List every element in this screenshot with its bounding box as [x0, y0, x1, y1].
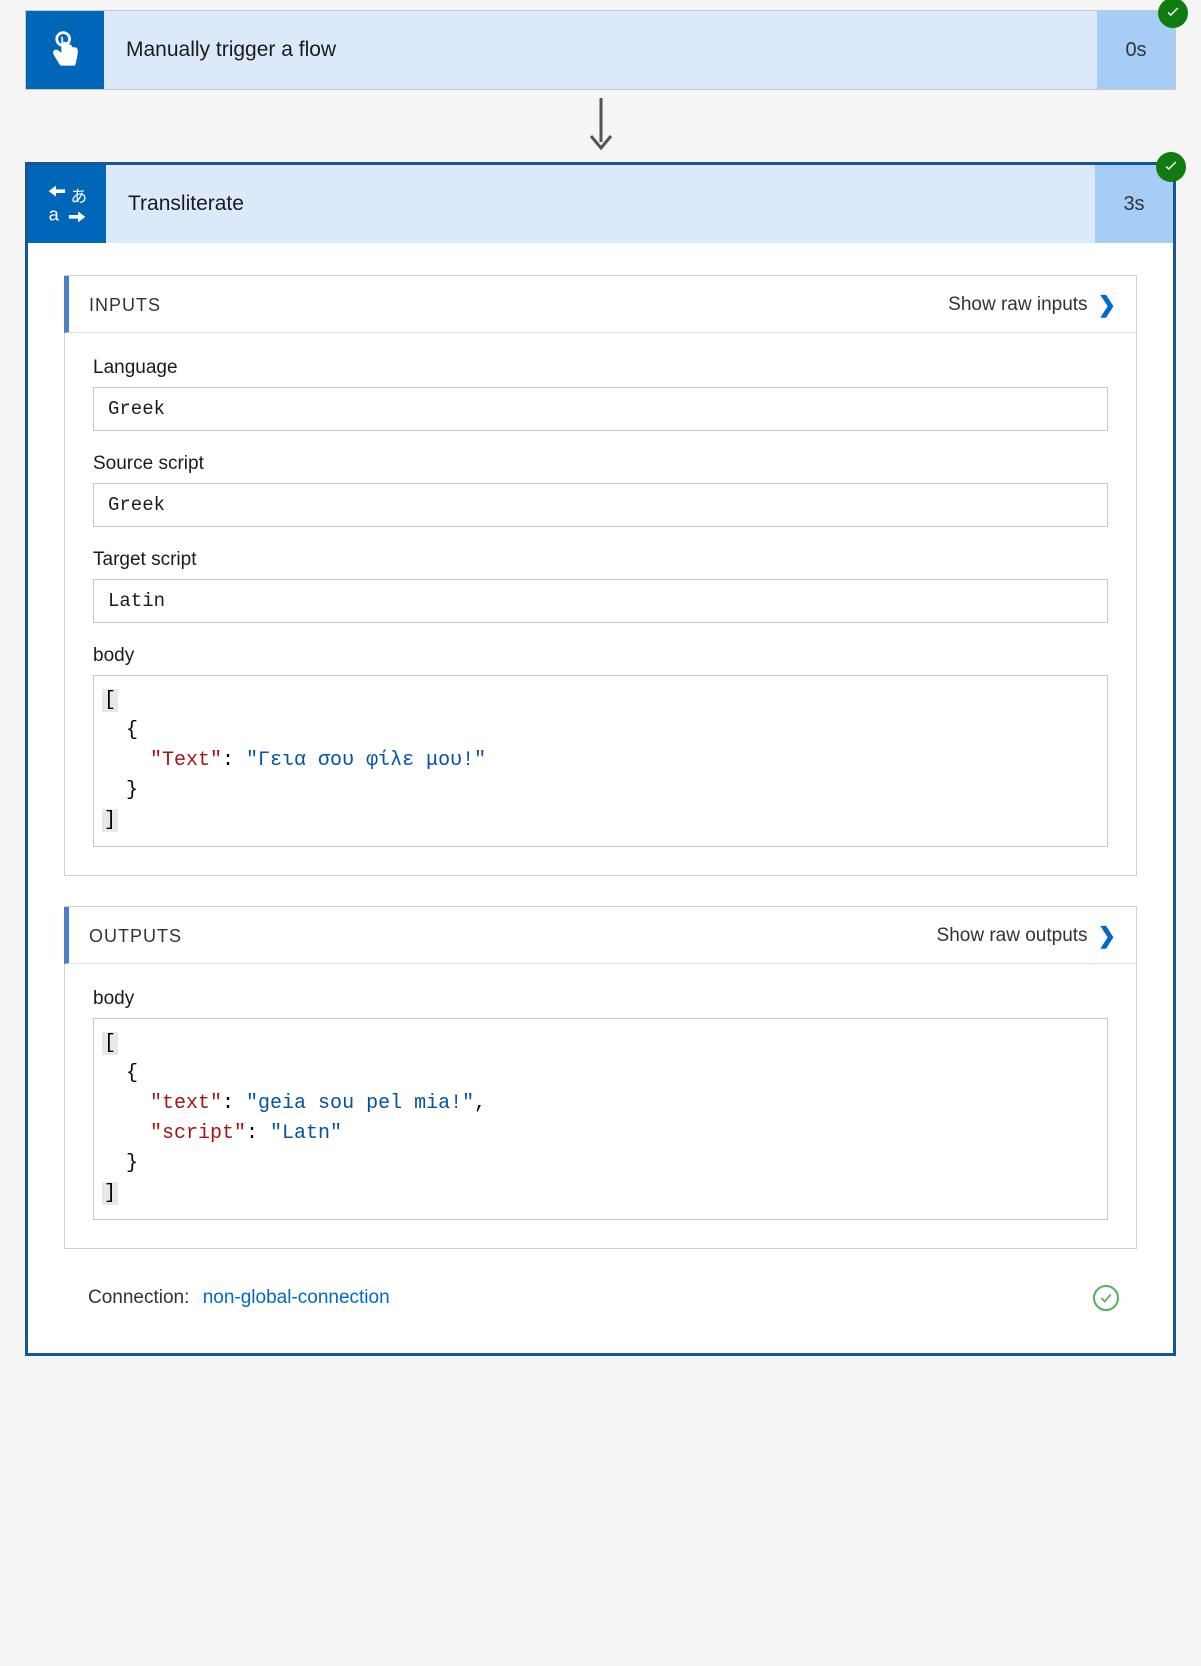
action-body: INPUTS Show raw inputs ❯ Language Greek … — [28, 243, 1173, 1353]
language-value: Greek — [93, 387, 1108, 431]
output-text-key: "text" — [150, 1092, 222, 1115]
inputs-header: INPUTS Show raw inputs ❯ — [64, 276, 1136, 333]
input-body-code: [ { "Text": "Γεια σου φίλε μου!" } ] — [93, 675, 1108, 847]
outputs-body: body [ { "text": "geia sou pel mia!", "s… — [65, 964, 1136, 1248]
output-body-code: [ { "text": "geia sou pel mia!", "script… — [93, 1018, 1108, 1220]
output-body-field: body [ { "text": "geia sou pel mia!", "s… — [93, 988, 1108, 1220]
inputs-heading: INPUTS — [89, 295, 161, 316]
show-raw-inputs-button[interactable]: Show raw inputs ❯ — [948, 292, 1116, 318]
connection-link[interactable]: non-global-connection — [203, 1287, 390, 1308]
success-badge-icon — [1158, 0, 1188, 28]
trigger-header: Manually trigger a flow 0s — [26, 11, 1175, 89]
arrow-connector-icon — [25, 90, 1176, 162]
outputs-panel: OUTPUTS Show raw outputs ❯ body [ { "tex… — [64, 906, 1137, 1249]
chevron-right-icon: ❯ — [1098, 292, 1116, 318]
connection-label: Connection: — [88, 1287, 189, 1308]
source-script-label: Source script — [93, 453, 1108, 475]
output-script-key: "script" — [150, 1122, 246, 1145]
output-script-val: "Latn" — [270, 1122, 342, 1145]
input-body-key: "Text" — [150, 749, 222, 772]
show-raw-outputs-button[interactable]: Show raw outputs ❯ — [937, 923, 1116, 949]
outputs-heading: OUTPUTS — [89, 926, 182, 947]
trigger-card[interactable]: Manually trigger a flow 0s — [25, 10, 1176, 90]
target-script-value: Latin — [93, 579, 1108, 623]
connection-footer: Connection: non-global-connection — [64, 1279, 1137, 1329]
input-body-field: body [ { "Text": "Γεια σου φίλε μου!" } … — [93, 645, 1108, 847]
chevron-right-icon: ❯ — [1098, 923, 1116, 949]
inputs-body: Language Greek Source script Greek Targe… — [65, 333, 1136, 875]
outputs-header: OUTPUTS Show raw outputs ❯ — [64, 907, 1136, 964]
output-text-val: "geia sou pel mia!" — [246, 1092, 474, 1115]
action-header[interactable]: あ a Transliterate 3s — [28, 165, 1173, 243]
language-label: Language — [93, 357, 1108, 379]
action-title: Transliterate — [106, 165, 1095, 243]
source-script-field: Source script Greek — [93, 453, 1108, 527]
touch-icon — [26, 11, 104, 89]
svg-text:a: a — [49, 204, 60, 225]
translate-icon: あ a — [28, 165, 106, 243]
svg-text:あ: あ — [71, 187, 88, 206]
show-raw-outputs-label: Show raw outputs — [937, 925, 1088, 947]
target-script-field: Target script Latin — [93, 549, 1108, 623]
trigger-title: Manually trigger a flow — [104, 11, 1097, 89]
action-card: あ a Transliterate 3s INPUTS Show raw inp… — [25, 162, 1176, 1356]
language-field: Language Greek — [93, 357, 1108, 431]
show-raw-inputs-label: Show raw inputs — [948, 294, 1087, 316]
input-body-label: body — [93, 645, 1108, 667]
inputs-panel: INPUTS Show raw inputs ❯ Language Greek … — [64, 275, 1137, 876]
target-script-label: Target script — [93, 549, 1108, 571]
output-body-label: body — [93, 988, 1108, 1010]
connection-ok-icon — [1093, 1285, 1119, 1311]
success-badge-icon — [1156, 152, 1186, 182]
input-body-val: "Γεια σου φίλε μου!" — [246, 749, 486, 772]
source-script-value: Greek — [93, 483, 1108, 527]
